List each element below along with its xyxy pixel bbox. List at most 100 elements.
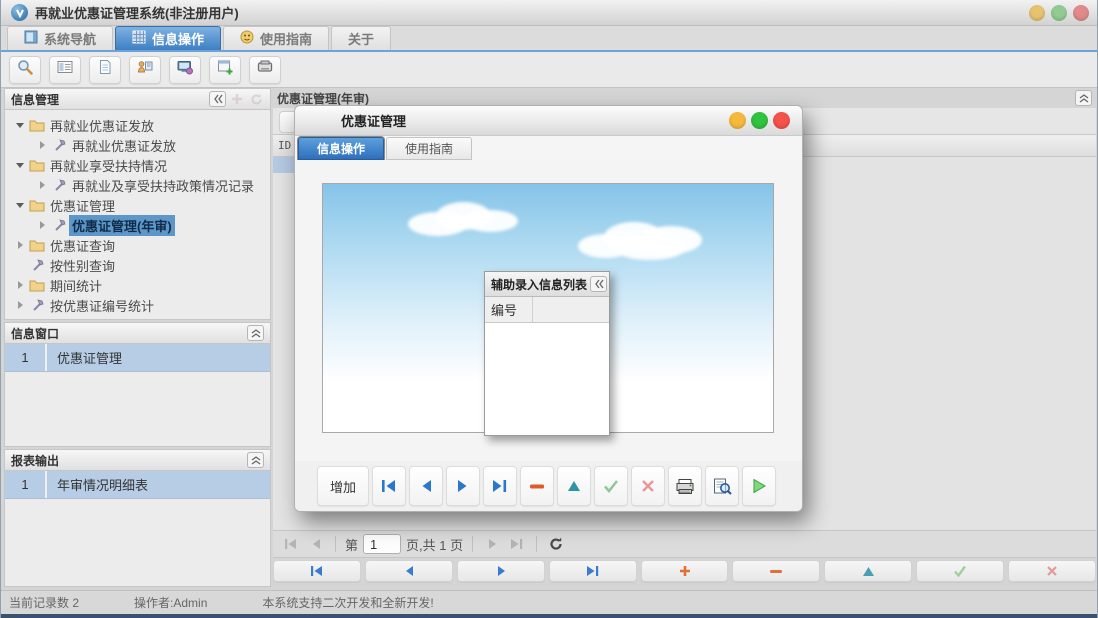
user-report-button[interactable]: [129, 56, 161, 84]
info-window-header: 信息窗口: [5, 323, 270, 344]
dialog-tab-info-operation[interactable]: 信息操作: [298, 137, 384, 160]
prev-record-button[interactable]: [365, 560, 453, 582]
caret-right-icon[interactable]: [35, 181, 49, 189]
insert-record-button[interactable]: [641, 560, 729, 582]
form-view-icon: [57, 59, 73, 80]
caret-down-icon[interactable]: [13, 163, 27, 168]
tab-user-guide[interactable]: 使用指南: [223, 26, 329, 50]
collapse-left-icon[interactable]: [590, 276, 607, 292]
dialog-close-button[interactable]: [773, 112, 790, 129]
first-page-icon[interactable]: [281, 534, 301, 554]
app-toolbar: [1, 52, 1098, 88]
first-record-button[interactable]: [372, 466, 406, 506]
tree-item[interactable]: 优惠证管理: [5, 195, 270, 215]
caret-right-icon[interactable]: [35, 141, 49, 149]
grid-selected-row[interactable]: [273, 157, 294, 173]
folder-icon: [27, 199, 47, 212]
status-message: 本系统支持二次开发和全新开发!: [262, 594, 433, 611]
add-icon[interactable]: [229, 91, 245, 107]
dialog-tab-user-guide[interactable]: 使用指南: [386, 137, 472, 160]
tree-item[interactable]: 按性别查询: [5, 255, 270, 275]
run-button[interactable]: [742, 466, 776, 506]
tree-item[interactable]: 再就业及享受扶持政策情况记录: [5, 175, 270, 195]
document-button[interactable]: [89, 56, 121, 84]
edit-record-button[interactable]: [824, 560, 912, 582]
tool-icon: [49, 138, 69, 152]
collapse-up-icon[interactable]: [1075, 90, 1092, 106]
prev-record-button[interactable]: [409, 466, 443, 506]
folder-icon: [27, 279, 47, 292]
caret-right-icon[interactable]: [13, 241, 27, 249]
form-view-button[interactable]: [49, 56, 81, 84]
titlebar: 再就业优惠证管理系统(非注册用户): [1, 0, 1098, 26]
next-page-icon[interactable]: [482, 534, 502, 554]
grid-column-id[interactable]: ID: [273, 139, 291, 152]
dialog-titlebar: 优惠证管理: [295, 106, 802, 136]
close-button[interactable]: [1073, 5, 1089, 21]
folder-icon: [27, 239, 47, 252]
collapse-up-icon[interactable]: [247, 452, 264, 468]
post-record-button[interactable]: [594, 466, 628, 506]
tree-item-selected[interactable]: 优惠证管理(年审): [5, 215, 270, 235]
delete-record-button[interactable]: [732, 560, 820, 582]
aux-column-number[interactable]: 编号: [485, 297, 533, 322]
caret-right-icon[interactable]: [35, 221, 49, 229]
last-page-icon[interactable]: [507, 534, 527, 554]
main-panel-title: 优惠证管理(年审): [277, 90, 369, 107]
first-record-button[interactable]: [273, 560, 361, 582]
minimize-button[interactable]: [1029, 5, 1045, 21]
caret-down-icon[interactable]: [13, 203, 27, 208]
dialog-maximize-button[interactable]: [751, 112, 768, 129]
search-icon: [17, 59, 33, 80]
cloud-shape: [408, 200, 523, 240]
tree-item[interactable]: 再就业享受扶持情况: [5, 155, 270, 175]
tree-panel-header: 信息管理: [5, 89, 270, 110]
maximize-button[interactable]: [1051, 5, 1067, 21]
tab-info-operation[interactable]: 信息操作: [115, 26, 221, 50]
report-row[interactable]: 1 年审情况明细表: [5, 471, 270, 499]
window-add-button[interactable]: [209, 56, 241, 84]
cancel-record-button[interactable]: [631, 466, 665, 506]
edit-record-button[interactable]: [557, 466, 591, 506]
tree-item[interactable]: 再就业优惠证发放: [5, 135, 270, 155]
tree-item[interactable]: 期间统计: [5, 275, 270, 295]
print-button[interactable]: [668, 466, 702, 506]
prev-page-icon[interactable]: [306, 534, 326, 554]
collapse-up-icon[interactable]: [247, 325, 264, 341]
dialog-toolbar: 增加: [295, 461, 802, 511]
delete-record-button[interactable]: [520, 466, 554, 506]
navigation-tree: 再就业优惠证发放 再就业优惠证发放 再就业享受扶持情况 再就业及享受扶持政策情况…: [5, 110, 270, 315]
info-window-row[interactable]: 1 优惠证管理: [5, 344, 270, 372]
last-record-button[interactable]: [483, 466, 517, 506]
next-record-button[interactable]: [457, 560, 545, 582]
cancel-record-button[interactable]: [1008, 560, 1096, 582]
caret-down-icon[interactable]: [13, 123, 27, 128]
info-window-panel: 信息窗口 1 优惠证管理: [4, 322, 271, 447]
tool-icon: [49, 178, 69, 192]
console-button[interactable]: [249, 56, 281, 84]
refresh-icon[interactable]: [248, 91, 264, 107]
next-record-button[interactable]: [446, 466, 480, 506]
search-button[interactable]: [9, 56, 41, 84]
monitor-button[interactable]: [169, 56, 201, 84]
page-number-input[interactable]: [363, 534, 401, 554]
aux-grid-header: 编号: [485, 297, 609, 323]
caret-right-icon[interactable]: [13, 281, 27, 289]
tree-item[interactable]: 再就业优惠证发放: [5, 115, 270, 135]
caret-right-icon[interactable]: [13, 301, 27, 309]
collapse-left-icon[interactable]: [209, 91, 226, 107]
help-face-icon: [240, 30, 254, 47]
tab-about[interactable]: 关于: [331, 26, 391, 50]
tree-item[interactable]: 按优惠证编号统计: [5, 295, 270, 315]
grid-icon: [132, 30, 146, 47]
add-button[interactable]: 增加: [317, 466, 369, 506]
last-record-button[interactable]: [549, 560, 637, 582]
dialog-minimize-button[interactable]: [729, 112, 746, 129]
post-record-button[interactable]: [916, 560, 1004, 582]
print-preview-button[interactable]: [705, 466, 739, 506]
tab-system-nav[interactable]: 系统导航: [7, 26, 113, 50]
tree-item[interactable]: 优惠证查询: [5, 235, 270, 255]
dialog-tabstrip: 信息操作 使用指南: [295, 136, 802, 160]
pager-bar: 第 页,共 1 页: [273, 530, 1096, 558]
refresh-icon[interactable]: [546, 534, 566, 554]
